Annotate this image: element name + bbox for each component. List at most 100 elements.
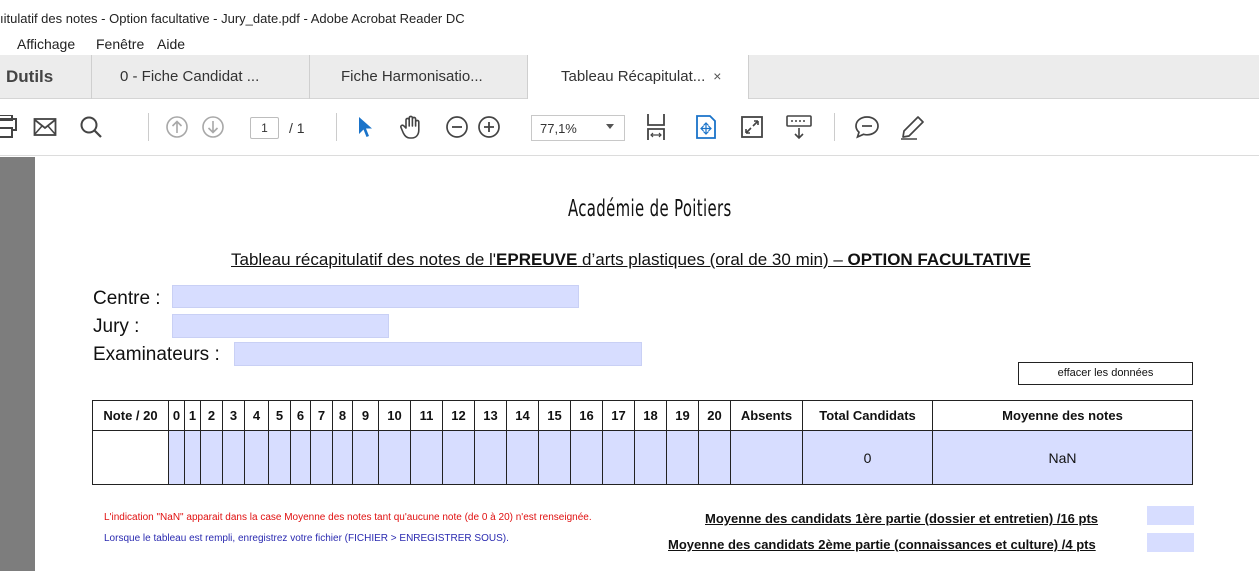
- subtitle-bold: EPREUVE: [496, 250, 578, 269]
- separator: [834, 113, 835, 141]
- menu-aide[interactable]: Aide: [157, 36, 185, 52]
- zoom-value: 77,1%: [540, 121, 577, 136]
- grade-header: 14: [506, 400, 539, 431]
- grade-header: 17: [602, 400, 635, 431]
- examinateurs-label: Examinateurs :: [93, 344, 220, 365]
- table-header-row: Note / 20 0 1 2 3 4 5 6 7 8 9 10 11 12 1…: [92, 400, 1193, 431]
- window-title: ıitulatif des notes - Option facultative…: [0, 0, 1259, 33]
- total-candidats-header: Total Candidats: [802, 400, 933, 431]
- pen-icon[interactable]: [898, 113, 928, 141]
- total-candidats-value: 0: [802, 430, 933, 485]
- subtitle-text: Tableau récapitulatif des notes de l': [231, 250, 497, 269]
- document-title: Académie de Poitiers: [568, 196, 732, 222]
- grade-header: 13: [474, 400, 507, 431]
- menu-fenetre[interactable]: Fenêtre: [96, 36, 144, 52]
- grade-input-10[interactable]: [378, 430, 411, 485]
- grade-header: 12: [442, 400, 475, 431]
- separator: [336, 113, 337, 141]
- page-number-input[interactable]: 1: [250, 117, 279, 139]
- print-icon[interactable]: [0, 113, 22, 141]
- grade-input-15[interactable]: [538, 430, 571, 485]
- grade-input-14[interactable]: [506, 430, 539, 485]
- avg-part1-field[interactable]: [1147, 506, 1194, 525]
- close-icon[interactable]: ×: [713, 68, 721, 84]
- grade-header: 9: [352, 400, 379, 431]
- grade-input-6[interactable]: [290, 430, 311, 485]
- tab-label: Fiche Harmonisatio...: [341, 68, 483, 85]
- tab-tools[interactable]: Dutils: [0, 55, 92, 99]
- grade-header: 3: [222, 400, 245, 431]
- grade-header: 15: [538, 400, 571, 431]
- grade-header: 11: [410, 400, 443, 431]
- menu-bar: Affichage Fenêtre Aide: [0, 33, 1259, 55]
- grade-input-5[interactable]: [268, 430, 291, 485]
- notes-table: Note / 20 0 1 2 3 4 5 6 7 8 9 10 11 12 1…: [92, 400, 1193, 485]
- mail-icon[interactable]: [30, 113, 60, 141]
- tab-label: Tableau Récapitulat...: [561, 68, 706, 85]
- absents-header: Absents: [730, 400, 803, 431]
- clear-data-button[interactable]: effacer les données: [1018, 362, 1193, 385]
- table-header: Note / 20: [92, 400, 169, 431]
- toolbar: 1 / 1 77,1%: [0, 99, 1259, 156]
- hand-icon[interactable]: [396, 113, 426, 141]
- grade-header: 1: [184, 400, 201, 431]
- jury-field[interactable]: [172, 314, 389, 338]
- grade-input-1[interactable]: [184, 430, 201, 485]
- grade-header: 16: [570, 400, 603, 431]
- search-icon[interactable]: [76, 113, 106, 141]
- centre-field[interactable]: [172, 285, 579, 308]
- grade-header: 4: [244, 400, 269, 431]
- grade-input-2[interactable]: [200, 430, 223, 485]
- zoom-out-icon[interactable]: [444, 113, 470, 141]
- comment-icon[interactable]: [852, 113, 882, 141]
- next-page-icon[interactable]: [200, 113, 226, 141]
- tab-bar: Dutils 0 - Fiche Candidat ... Fiche Harm…: [0, 55, 1259, 100]
- grade-header: 18: [634, 400, 667, 431]
- grade-input-0[interactable]: [168, 430, 185, 485]
- centre-label: Centre :: [93, 288, 161, 309]
- grade-input-17[interactable]: [602, 430, 635, 485]
- grade-input-7[interactable]: [310, 430, 333, 485]
- keyboard-icon[interactable]: [784, 113, 814, 141]
- grade-input-13[interactable]: [474, 430, 507, 485]
- avg-part2-field[interactable]: [1147, 533, 1194, 552]
- grade-input-12[interactable]: [442, 430, 475, 485]
- tab-label: 0 - Fiche Candidat ...: [120, 68, 260, 85]
- subtitle-text: d’arts plastiques (oral de 30 min) –: [577, 250, 848, 269]
- grade-input-20[interactable]: [698, 430, 731, 485]
- document-subtitle: Tableau récapitulatif des notes de l'EPR…: [231, 250, 1031, 270]
- grade-header: 10: [378, 400, 411, 431]
- grade-input-16[interactable]: [570, 430, 603, 485]
- grade-input-18[interactable]: [634, 430, 667, 485]
- grade-input-19[interactable]: [666, 430, 699, 485]
- row-label-cell: [92, 430, 169, 485]
- fullscreen-icon[interactable]: [738, 113, 766, 141]
- tab-fiche-harmonisation[interactable]: Fiche Harmonisatio...: [310, 55, 528, 99]
- tab-tools-label: Dutils: [6, 67, 54, 86]
- subtitle-bold: OPTION FACULTATIVE: [847, 250, 1031, 269]
- grade-input-3[interactable]: [222, 430, 245, 485]
- grade-header: 2: [200, 400, 223, 431]
- moyenne-value: NaN: [932, 430, 1193, 485]
- prev-page-icon[interactable]: [164, 113, 190, 141]
- grade-input-8[interactable]: [332, 430, 353, 485]
- zoom-select[interactable]: 77,1%: [531, 115, 625, 141]
- grade-input-11[interactable]: [410, 430, 443, 485]
- grade-header: 20: [698, 400, 731, 431]
- jury-label: Jury :: [93, 316, 140, 337]
- grade-header: 6: [290, 400, 311, 431]
- examinateurs-field[interactable]: [234, 342, 642, 366]
- scroll-mode-icon[interactable]: [692, 113, 720, 141]
- grade-input-4[interactable]: [244, 430, 269, 485]
- grade-input-9[interactable]: [352, 430, 379, 485]
- select-cursor-icon[interactable]: [354, 113, 376, 141]
- tab-fiche-candidat[interactable]: 0 - Fiche Candidat ...: [92, 55, 310, 99]
- tab-tableau-recapitulatif[interactable]: Tableau Récapitulat... ×: [528, 55, 749, 100]
- separator: [148, 113, 149, 141]
- menu-affichage[interactable]: Affichage: [17, 36, 75, 52]
- nan-info-note: L'indication "NaN" apparait dans la case…: [104, 512, 592, 523]
- absents-input[interactable]: [730, 430, 803, 485]
- fit-page-icon[interactable]: [642, 113, 670, 141]
- zoom-in-icon[interactable]: [476, 113, 502, 141]
- avg-part2-label: Moyenne des candidats 2ème partie (conna…: [668, 537, 1096, 552]
